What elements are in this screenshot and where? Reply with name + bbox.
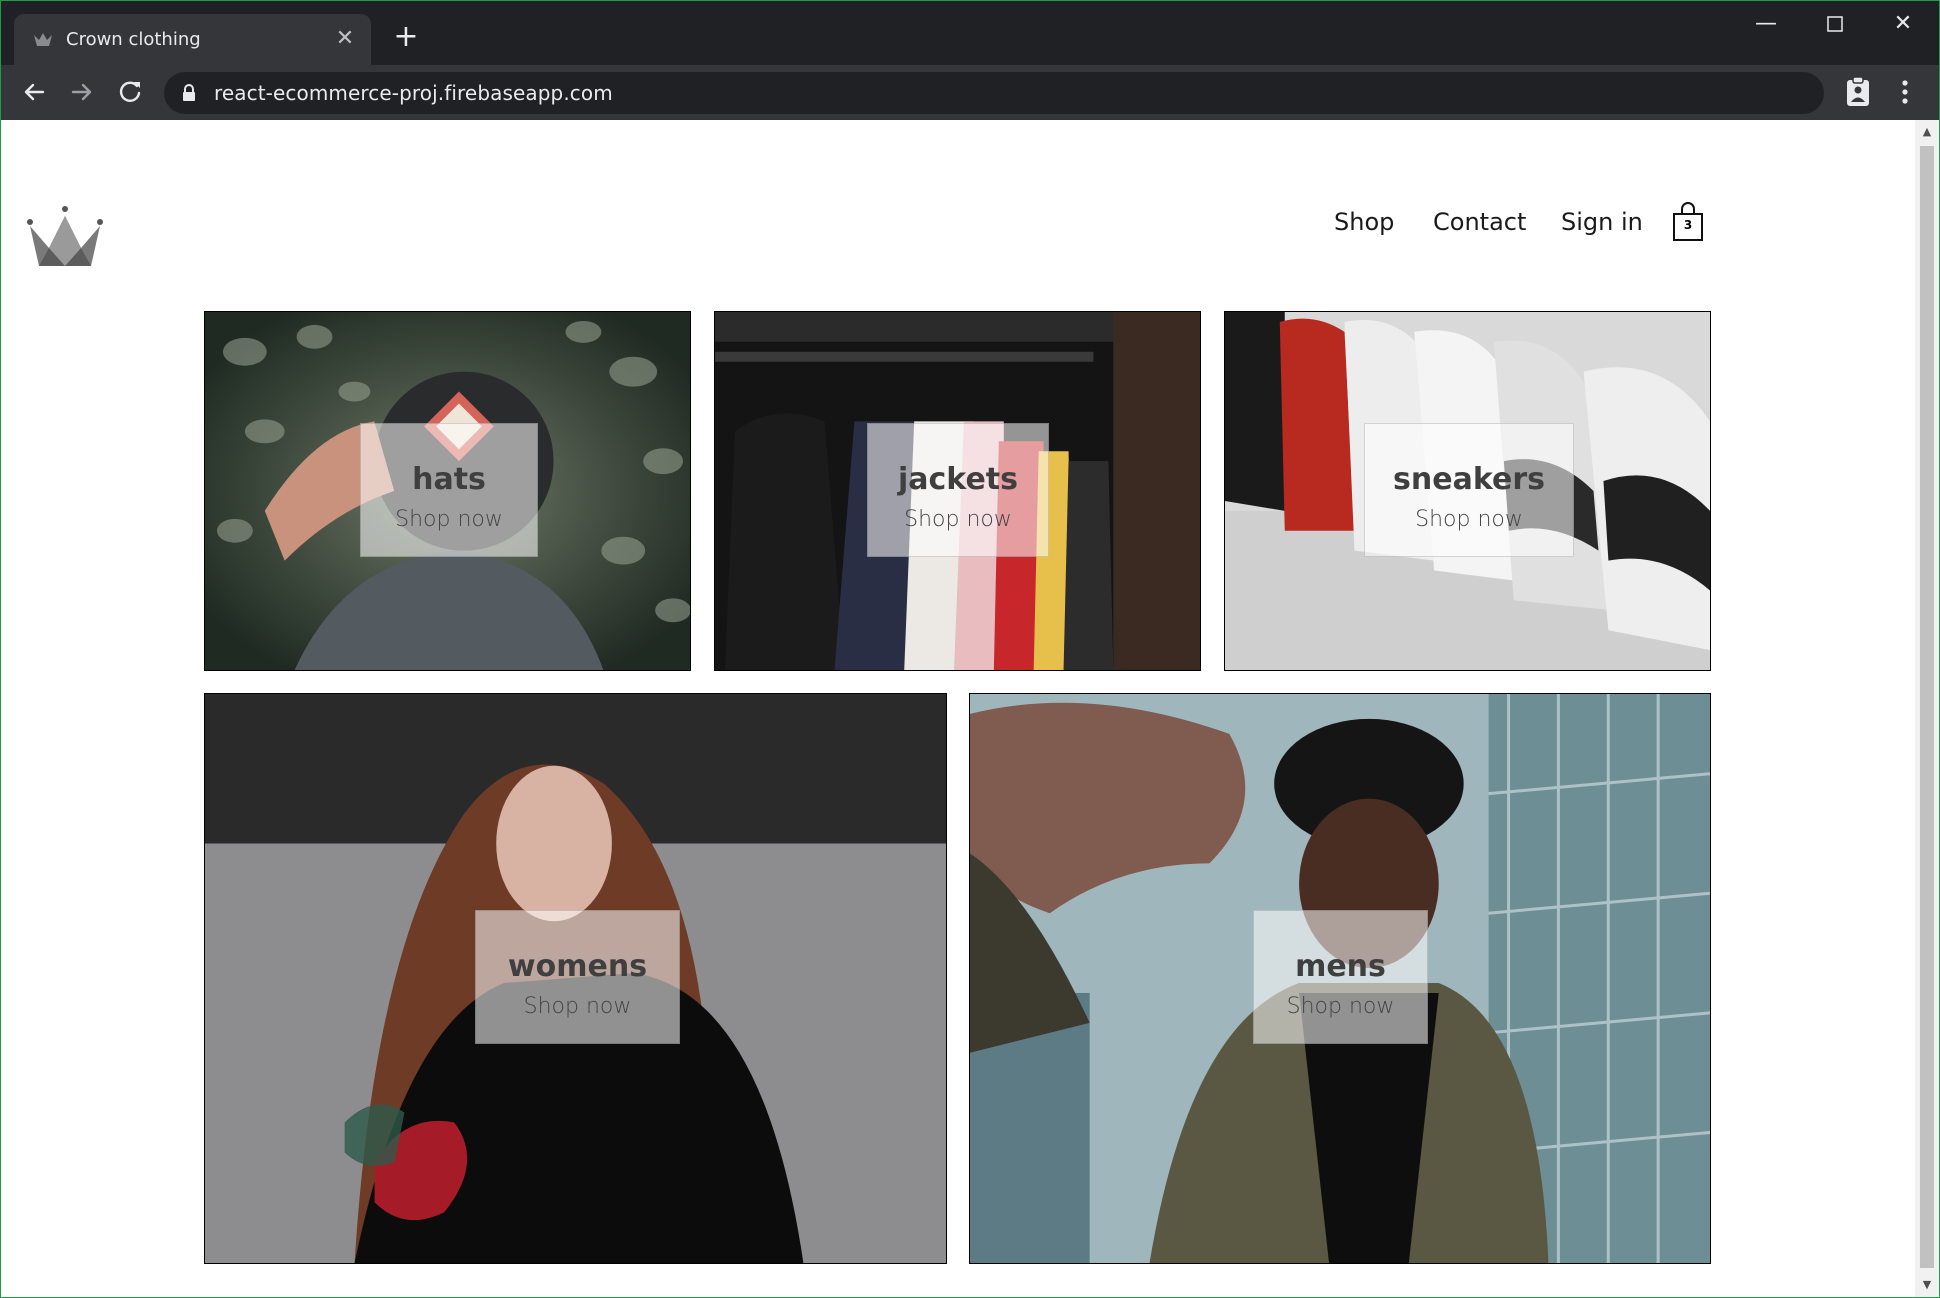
tab-title: Crown clothing — [66, 29, 201, 50]
category-label-womens: womens Shop now — [475, 910, 680, 1044]
browser-tab[interactable]: Crown clothing ✕ — [14, 14, 371, 65]
category-label-jackets: jackets Shop now — [867, 423, 1049, 557]
cart-count: 3 — [1683, 218, 1693, 232]
clipboard-extension-icon[interactable] — [1842, 75, 1874, 109]
shop-now-text: Shop now — [523, 994, 632, 1019]
category-label-sneakers: sneakers Shop now — [1364, 423, 1574, 557]
category-label-hats: hats Shop now — [360, 423, 538, 557]
back-arrow-icon[interactable] — [16, 74, 52, 110]
category-card-jackets[interactable]: jackets Shop now — [714, 311, 1201, 671]
nav-contact-link[interactable]: Contact — [1433, 208, 1526, 236]
kebab-menu-icon[interactable] — [1890, 75, 1920, 109]
browser-toolbar: react-ecommerce-proj.firebaseapp.com — [0, 65, 1940, 120]
shop-now-text: Shop now — [904, 507, 1012, 532]
category-card-womens[interactable]: womens Shop now — [204, 693, 947, 1264]
close-window-icon[interactable]: ✕ — [1873, 6, 1933, 42]
category-label-mens: mens Shop now — [1253, 910, 1428, 1044]
category-title: mens — [1295, 949, 1386, 984]
browser-chrome: Crown clothing ✕ + — ✕ react-ecommerce-p… — [0, 0, 1940, 120]
category-title: hats — [412, 462, 486, 497]
close-icon[interactable]: ✕ — [333, 27, 357, 51]
category-card-mens[interactable]: mens Shop now — [969, 693, 1711, 1264]
shop-now-text: Shop now — [395, 507, 503, 532]
category-card-sneakers[interactable]: sneakers Shop now — [1224, 311, 1711, 671]
address-bar[interactable]: react-ecommerce-proj.firebaseapp.com — [164, 72, 1824, 114]
crown-logo-icon[interactable] — [25, 204, 105, 270]
lock-icon — [183, 84, 195, 101]
cart-button[interactable]: 3 — [1671, 200, 1705, 242]
category-title: sneakers — [1393, 462, 1545, 497]
scroll-up-icon[interactable]: ▲ — [1921, 126, 1933, 138]
shop-now-text: Shop now — [1415, 507, 1523, 532]
nav-sign-in-link[interactable]: Sign in — [1561, 208, 1643, 236]
vertical-scrollbar[interactable]: ▲ ▼ — [1915, 120, 1939, 1297]
forward-arrow-icon[interactable] — [64, 74, 100, 110]
shop-now-text: Shop now — [1286, 994, 1395, 1019]
minimize-icon[interactable]: — — [1736, 6, 1796, 42]
maximize-icon[interactable] — [1805, 6, 1865, 42]
crown-favicon-icon — [34, 33, 52, 46]
page-viewport: Shop Contact Sign in 3 hats Shop now jac… — [1, 120, 1915, 1297]
reload-icon[interactable] — [112, 74, 148, 110]
scroll-thumb[interactable] — [1920, 146, 1934, 1268]
category-title: womens — [507, 949, 648, 984]
nav-shop-link[interactable]: Shop — [1334, 208, 1394, 236]
category-title: jackets — [898, 462, 1018, 497]
tab-strip: Crown clothing ✕ + — ✕ — [0, 0, 1940, 65]
plus-icon[interactable]: + — [390, 22, 422, 54]
category-card-hats[interactable]: hats Shop now — [204, 311, 691, 671]
scroll-down-icon[interactable]: ▼ — [1921, 1279, 1933, 1291]
url-text: react-ecommerce-proj.firebaseapp.com — [214, 81, 613, 105]
